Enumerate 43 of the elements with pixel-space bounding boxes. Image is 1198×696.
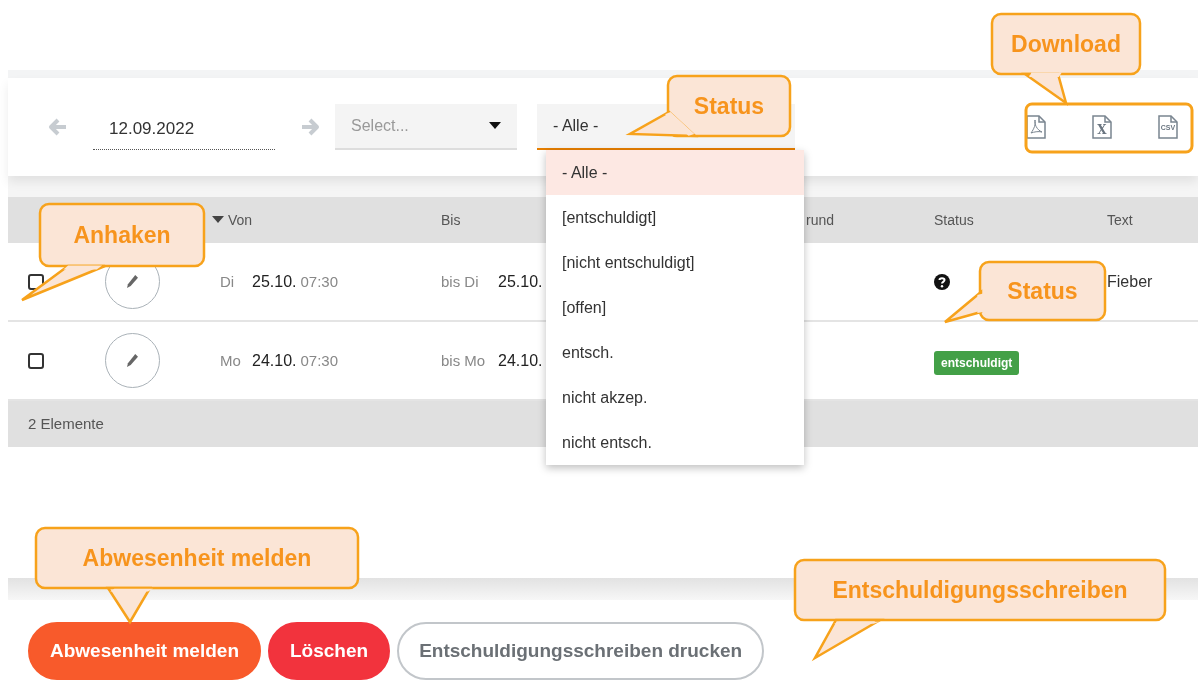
print-button[interactable]: Entschuldigungsschreiben drucken	[397, 622, 765, 680]
pdf-download-button[interactable]	[1026, 115, 1046, 139]
callout-text: Entschuldigungsschreiben	[832, 575, 1128, 605]
dropdown-option[interactable]: nicht entsch.	[546, 420, 804, 465]
day-label: Mo	[220, 350, 242, 371]
status-badge: entschuldigt	[934, 350, 1020, 375]
time-text: 07:30	[300, 350, 339, 371]
dropdown-option[interactable]: [entschuldigt]	[546, 195, 804, 240]
dropdown-option[interactable]: [offen]	[546, 285, 804, 330]
caret-icon	[489, 122, 501, 130]
column-header[interactable]: Von	[228, 209, 253, 231]
day-label: bis Di	[441, 271, 480, 292]
date-field[interactable]: 12.09.2022	[93, 104, 275, 150]
column-header[interactable]: Bis	[441, 209, 461, 231]
table-cell: Fieber	[1107, 272, 1153, 290]
dropdown-option[interactable]: - Alle -	[546, 150, 804, 195]
callout-text: Anhaken	[73, 220, 171, 250]
dropdown-option[interactable]: entsch.	[546, 330, 804, 375]
date-text: 24.10.	[252, 350, 297, 371]
time-text: 07:30	[300, 271, 339, 292]
dropdown-option[interactable]: [nicht entschuldigt]	[546, 240, 804, 285]
day-label: bis Mo	[441, 350, 487, 371]
callout-text: Status	[1007, 276, 1078, 306]
dropdown-option[interactable]: nicht akzep.	[546, 375, 804, 420]
day-label: Di	[220, 271, 236, 292]
column-header[interactable]: Text	[1107, 209, 1133, 231]
sort-caret-icon[interactable]	[212, 216, 224, 224]
item-count: 2 Elemente	[28, 413, 104, 434]
date-text: 25.10.	[252, 271, 297, 292]
callout-text: Abwesenheit melden	[82, 543, 312, 573]
date-text: 24.10.	[498, 350, 543, 371]
checkbox[interactable]	[28, 352, 44, 369]
select-placeholder: Select...	[351, 116, 409, 136]
pencil-icon	[127, 275, 138, 288]
checkbox[interactable]	[28, 273, 44, 290]
excel-download-button[interactable]: X	[1092, 115, 1112, 139]
column-header[interactable]: Status	[934, 209, 974, 231]
column-header[interactable]: rund	[806, 209, 835, 231]
pencil-icon	[127, 354, 138, 367]
date-text: 25.10.	[498, 271, 543, 292]
delete-button[interactable]: Löschen	[268, 622, 391, 680]
callout-text: Download	[1011, 29, 1121, 59]
report-button[interactable]: Abwesenheit melden	[28, 622, 261, 680]
